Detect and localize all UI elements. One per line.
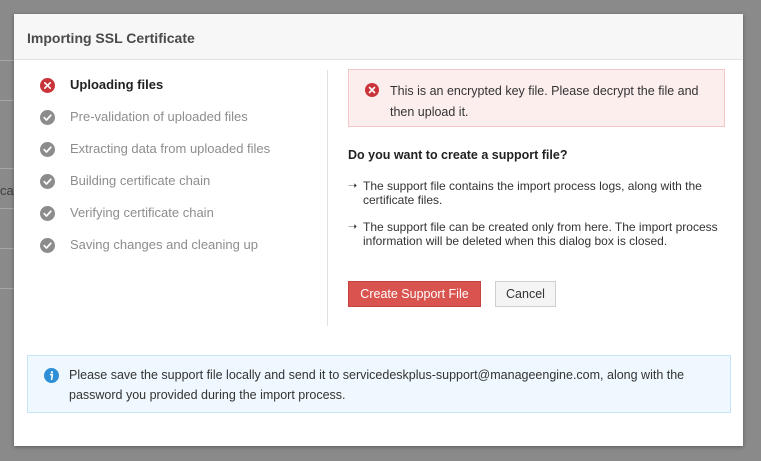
note-text: The support file contains the import pro… [363, 179, 702, 207]
step-saving-changes: Saving changes and cleaning up [40, 236, 310, 254]
arrow-icon: ➝ [348, 180, 358, 192]
backdrop-divider [0, 100, 14, 101]
check-icon [40, 238, 55, 253]
backdrop-divider [0, 248, 14, 249]
check-icon [40, 110, 55, 125]
step-label: Extracting data from uploaded files [70, 141, 271, 156]
arrow-icon: ➝ [348, 221, 358, 233]
step-label: Saving changes and cleaning up [70, 237, 258, 252]
note-text: The support file can be created only fro… [363, 220, 718, 248]
info-message: Please save the support file locally and… [69, 368, 685, 402]
create-support-file-button[interactable]: Create Support File [348, 281, 481, 307]
error-message: This is an encrypted key file. Please de… [390, 84, 699, 119]
backdrop-divider [0, 208, 14, 209]
cancel-button[interactable]: Cancel [495, 281, 556, 307]
step-pre-validation: Pre-validation of uploaded files [40, 108, 310, 126]
error-icon [365, 83, 379, 102]
error-alert: This is an encrypted key file. Please de… [348, 69, 725, 127]
column-divider [327, 70, 328, 326]
info-alert: Please save the support file locally and… [27, 355, 731, 413]
step-label: Uploading files [70, 77, 164, 92]
step-extracting-data: Extracting data from uploaded files [40, 140, 310, 158]
backdrop-text: ca [0, 183, 14, 198]
support-question: Do you want to create a support file? [348, 148, 568, 162]
step-uploading-files: Uploading files [40, 76, 310, 94]
step-label: Building certificate chain [70, 173, 211, 188]
step-label: Pre-validation of uploaded files [70, 109, 248, 124]
backdrop-divider [0, 60, 14, 61]
error-icon [40, 78, 55, 93]
backdrop-divider [0, 288, 14, 289]
check-icon [40, 142, 55, 157]
step-label: Verifying certificate chain [70, 205, 214, 220]
step-building-chain: Building certificate chain [40, 172, 310, 190]
backdrop-divider [0, 168, 14, 169]
info-icon [44, 368, 59, 388]
ssl-import-dialog: Importing SSL Certificate Uploading file… [14, 14, 743, 446]
step-verifying-chain: Verifying certificate chain [40, 204, 310, 222]
check-icon [40, 206, 55, 221]
dialog-title: Importing SSL Certificate [27, 30, 195, 46]
check-icon [40, 174, 55, 189]
dialog-header: Importing SSL Certificate [14, 14, 743, 60]
